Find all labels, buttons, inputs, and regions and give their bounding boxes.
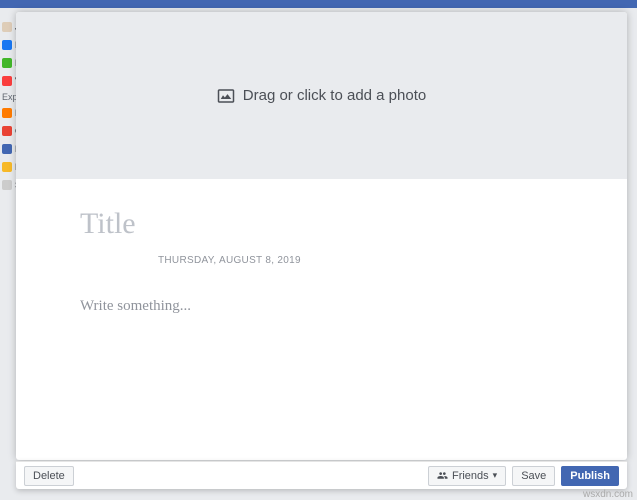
- sidebar-item[interactable]: V: [0, 72, 16, 90]
- sidebar-item[interactable]: J: [0, 18, 16, 36]
- top-nav-bar: [0, 0, 637, 8]
- feed-icon: [2, 40, 12, 50]
- title-input[interactable]: [80, 207, 563, 241]
- dropzone-label: Drag or click to add a photo: [243, 87, 426, 104]
- sidebar-item[interactable]: E: [0, 140, 16, 158]
- delete-button[interactable]: Delete: [24, 466, 74, 486]
- pages-icon: [2, 108, 12, 118]
- sidebar-item[interactable]: G: [0, 122, 16, 140]
- meta-row: THURSDAY, AUGUST 8, 2019: [80, 255, 563, 266]
- sidebar-item[interactable]: F: [0, 158, 16, 176]
- photo-icon: [217, 87, 235, 105]
- note-composer-modal: Drag or click to add a photo THURSDAY, A…: [16, 12, 627, 460]
- cover-photo-dropzone[interactable]: Drag or click to add a photo: [16, 12, 627, 179]
- chevron-down-icon: ▾: [493, 470, 498, 481]
- groups-icon: [2, 126, 12, 136]
- save-label: Save: [521, 470, 546, 482]
- publish-label: Publish: [570, 470, 610, 482]
- video-icon: [2, 76, 12, 86]
- date-label: THURSDAY, AUGUST 8, 2019: [158, 255, 301, 266]
- avatar-icon: [2, 22, 12, 32]
- editor-area: THURSDAY, AUGUST 8, 2019: [16, 179, 627, 460]
- sidebar-item[interactable]: N: [0, 54, 16, 72]
- save-button[interactable]: Save: [512, 466, 555, 486]
- body-input[interactable]: [80, 298, 563, 418]
- messenger-icon: [2, 58, 12, 68]
- events-icon: [2, 144, 12, 154]
- composer-footer: Delete Friends ▾ Save Publish: [16, 461, 627, 489]
- audience-selector-button[interactable]: Friends ▾: [428, 466, 506, 486]
- sidebar-item[interactable]: N: [0, 36, 16, 54]
- sidebar-item[interactable]: P: [0, 104, 16, 122]
- friends-icon: [437, 470, 448, 481]
- watermark: wsxdn.com: [583, 489, 633, 500]
- delete-label: Delete: [33, 470, 65, 482]
- friends-icon: [2, 162, 12, 172]
- audience-label: Friends: [452, 470, 489, 482]
- sidebar-item[interactable]: S: [0, 176, 16, 194]
- publish-button[interactable]: Publish: [561, 466, 619, 486]
- more-icon: [2, 180, 12, 190]
- explore-heading: Explo: [0, 90, 16, 104]
- left-sidebar: J N N V Explo P G E F S: [0, 8, 16, 194]
